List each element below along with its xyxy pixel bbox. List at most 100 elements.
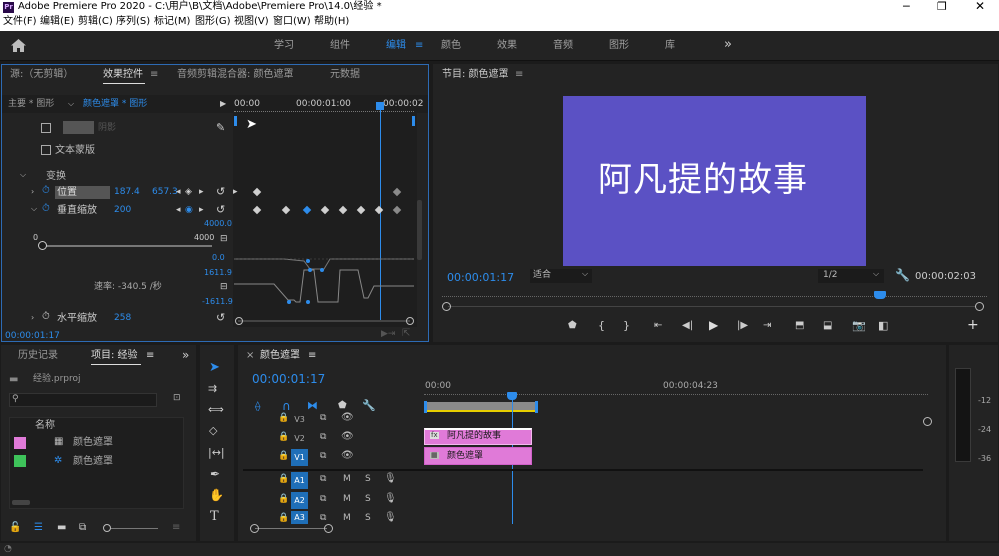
master-clip-label[interactable]: 主要 * 图形	[8, 100, 54, 109]
ec-playhead-handle[interactable]	[376, 102, 384, 110]
v1-lock-icon[interactable]: 🔒	[278, 452, 289, 461]
tab-history[interactable]: 历史记录	[18, 351, 58, 361]
zoom-slider-thumb[interactable]	[103, 524, 111, 532]
export-frame-icon[interactable]: ▶⇥	[381, 330, 395, 339]
list-view-icon[interactable]: ☰	[34, 523, 43, 533]
position-x-value[interactable]: 187.4	[114, 188, 140, 197]
zoom-slider-track[interactable]	[108, 528, 158, 529]
list-item[interactable]: 颜色遮罩	[73, 438, 113, 448]
workspace-editing[interactable]: 编辑	[386, 41, 406, 51]
tab-project[interactable]: 项目: 经验	[91, 351, 138, 361]
program-time-ruler[interactable]	[442, 295, 987, 297]
freeform-view-icon[interactable]: ⧉	[79, 523, 86, 533]
mark-out-icon[interactable]: }	[623, 320, 630, 331]
tab-source[interactable]: 源:（无剪辑）	[10, 70, 73, 80]
timeline-scroll-left[interactable]	[250, 524, 259, 533]
icon-view-icon[interactable]: ▬	[57, 523, 66, 533]
program-zoom-track[interactable]	[448, 306, 976, 307]
position-add-keyframe-icon[interactable]: ◈	[185, 187, 192, 197]
a2-sync-icon[interactable]: ⧉	[320, 495, 326, 504]
v3-sync-icon[interactable]: ⧉	[320, 414, 326, 423]
menu-help[interactable]: 帮助(H)	[314, 17, 349, 27]
play-icon[interactable]: ▶	[220, 100, 226, 108]
pen-tool-icon[interactable]: ✒	[210, 468, 220, 480]
ec-zoom-handle-right[interactable]	[406, 317, 414, 325]
menu-clip[interactable]: 剪辑(C)	[78, 17, 113, 27]
a1-mute-icon[interactable]: M	[343, 475, 351, 484]
av-divider[interactable]	[243, 469, 923, 471]
project-scrollbar[interactable]	[12, 500, 30, 505]
vscale-reset-icon[interactable]: ↺	[216, 203, 225, 216]
export-frame-camera-icon[interactable]: 📷	[852, 320, 866, 331]
a1-mic-icon[interactable]: 🎙	[384, 474, 397, 484]
v2-eye-icon[interactable]: 👁	[341, 432, 354, 442]
a3-solo-icon[interactable]: S	[365, 514, 371, 523]
add-marker-timeline-icon[interactable]: ⬟	[338, 401, 347, 411]
type-tool-icon[interactable]: T	[210, 510, 219, 523]
a2-mute-icon[interactable]: M	[343, 495, 351, 504]
lock-icon[interactable]: 🔓	[9, 523, 21, 533]
mark-in-icon[interactable]: {	[598, 320, 605, 331]
workspace-assembly[interactable]: 组件	[330, 41, 350, 51]
workspace-effects[interactable]: 效果	[497, 41, 517, 51]
tab-program[interactable]: 节目: 颜色遮罩	[442, 70, 509, 80]
sort-icon[interactable]: ≡	[172, 523, 180, 533]
timeline-timecode[interactable]: 00:00:01:17	[252, 373, 325, 385]
v2-label[interactable]: V2	[291, 430, 308, 447]
vscale-value[interactable]: 200	[114, 206, 131, 215]
home-icon[interactable]	[11, 39, 26, 52]
selection-tool-icon[interactable]: ➤	[209, 361, 220, 374]
new-bin-icon[interactable]: ⊡	[173, 394, 181, 403]
name-column-header[interactable]: 名称	[35, 421, 55, 431]
panel-overflow-icon[interactable]: »	[182, 349, 189, 361]
play-button-icon[interactable]: ▶	[709, 319, 718, 331]
a2-label[interactable]: A2	[291, 492, 308, 509]
position-next-keyframe-icon[interactable]: ▸	[199, 187, 204, 197]
maximize-icon[interactable]: ❐	[937, 1, 947, 12]
timeline-clip[interactable]: fx 阿凡提的故事	[424, 428, 532, 445]
list-item[interactable]: 颜色遮罩	[73, 457, 113, 467]
close-sequence-icon[interactable]: ×	[246, 351, 254, 361]
v3-label[interactable]: V3	[291, 411, 308, 428]
program-playhead[interactable]	[874, 291, 886, 299]
timeline-clip[interactable]: ▦ 颜色遮罩	[424, 447, 532, 465]
fit-label[interactable]: 适合	[533, 271, 551, 280]
tab-effect-controls[interactable]: 效果控件	[103, 70, 143, 80]
a1-label[interactable]: A1	[291, 472, 308, 489]
ec-zoom-handle-left[interactable]	[235, 317, 243, 325]
ec-zoom-scrollbar[interactable]	[238, 320, 410, 322]
program-timecode[interactable]: 00:00:01:17	[447, 272, 514, 283]
close-icon[interactable]: ✕	[975, 0, 985, 12]
position-y-value[interactable]: 657.3	[152, 188, 178, 197]
program-zoom-left[interactable]	[442, 302, 451, 311]
wrench-icon[interactable]: 🔧	[895, 269, 910, 281]
ripple-edit-tool-icon[interactable]: ⟺	[208, 404, 224, 415]
share-icon[interactable]: ⇱	[402, 329, 410, 339]
menu-graphics[interactable]: 图形(G)	[195, 17, 231, 27]
resolution-label[interactable]: 1/2	[823, 271, 837, 280]
work-area-out[interactable]	[535, 401, 538, 413]
lift-icon[interactable]: ⬒	[795, 321, 804, 331]
ec-vertical-scrollbar[interactable]	[417, 200, 422, 260]
workspace-color[interactable]: 颜色	[441, 41, 461, 51]
ec-range-start[interactable]	[234, 116, 237, 126]
program-menu-icon[interactable]: ≡	[515, 70, 523, 80]
a3-sync-icon[interactable]: ⧉	[320, 514, 326, 523]
eyedropper-icon[interactable]: ✎	[216, 122, 225, 133]
vscale-next-keyframe-icon[interactable]: ▸	[199, 205, 204, 215]
extract-icon[interactable]: ⬓	[823, 321, 832, 331]
panel-menu-icon[interactable]: ≡	[150, 70, 158, 80]
hscale-value[interactable]: 258	[114, 314, 131, 323]
comparison-view-icon[interactable]: ◧	[878, 320, 888, 331]
position-prev-keyframe-icon[interactable]: ◂	[176, 187, 181, 197]
menu-window[interactable]: 窗口(W)	[273, 17, 311, 27]
hscale-stopwatch-icon[interactable]: ⏱	[42, 312, 50, 322]
tab-sequence[interactable]: 颜色遮罩	[260, 351, 300, 361]
go-to-out-icon[interactable]: ⇥	[763, 321, 771, 331]
project-menu-icon[interactable]: ≡	[146, 351, 154, 361]
resolution-arrow-icon[interactable]: ⌵	[873, 270, 879, 278]
a2-mic-icon[interactable]: 🎙	[384, 494, 397, 504]
vscale-add-keyframe-icon[interactable]: ◉	[185, 205, 193, 215]
a3-label[interactable]: A3	[291, 511, 308, 524]
project-search-input[interactable]	[9, 393, 157, 407]
